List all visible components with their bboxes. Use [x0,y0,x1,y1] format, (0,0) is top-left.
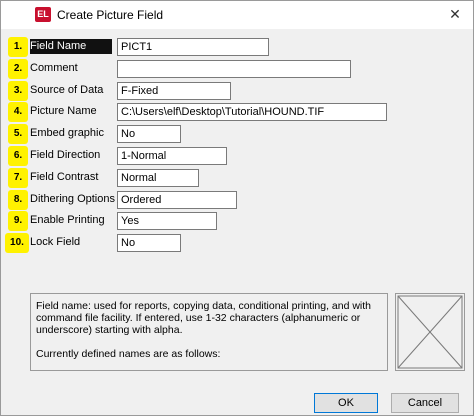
step-badge-3: 3. [8,81,28,101]
field-name-input[interactable]: PICT1 [117,38,269,56]
comment-label: Comment [30,62,78,74]
create-picture-field-dialog: EL Create Picture Field ✕ 1. Field Name … [0,0,474,416]
source-of-data-field[interactable]: F-Fixed [117,82,231,100]
step-badge-9: 9. [8,211,28,231]
lock-field-field[interactable]: No [117,234,181,252]
enable-printing-label: Enable Printing [30,214,105,226]
close-icon[interactable]: ✕ [445,5,465,23]
enable-printing-field[interactable]: Yes [117,212,217,230]
step-badge-5: 5. [8,124,28,144]
help-spacer [36,336,382,348]
help-line: underscore) starting with alpha. [36,324,183,336]
picture-name-label: Picture Name [30,105,97,117]
empty-picture-icon [397,295,463,369]
app-logo-icon: EL [35,7,51,22]
field-name-label: Field Name [30,39,112,54]
source-of-data-label: Source of Data [30,84,104,96]
step-badge-8: 8. [8,190,28,210]
dithering-options-label: Dithering Options [30,193,115,205]
picture-name-input[interactable]: C:\Users\elf\Desktop\Tutorial\HOUND.TIF [117,103,387,121]
ok-button[interactable]: OK [314,393,378,413]
comment-input[interactable] [117,60,351,78]
dithering-options-field[interactable]: Ordered [117,191,237,209]
cancel-button[interactable]: Cancel [391,393,459,413]
window-title: Create Picture Field [57,8,164,22]
step-badge-4: 4. [8,102,28,122]
help-text-panel: Field name: used for reports, copying da… [30,293,388,371]
field-contrast-label: Field Contrast [30,171,99,183]
help-line: Currently defined names are as follows: [36,348,221,360]
step-badge-7: 7. [8,168,28,188]
embed-graphic-label: Embed graphic [30,127,104,139]
step-badge-10: 10. [5,233,29,253]
embed-graphic-field[interactable]: No [117,125,181,143]
field-direction-label: Field Direction [30,149,101,161]
lock-field-label: Lock Field [30,236,81,248]
title-bar: EL Create Picture Field ✕ [1,1,473,29]
picture-preview [395,293,465,371]
step-badge-1: 1. [8,37,28,57]
step-badge-2: 2. [8,59,28,79]
help-line: Field name: used for reports, copying da… [36,300,372,312]
field-direction-field[interactable]: 1-Normal [117,147,227,165]
field-contrast-field[interactable]: Normal [117,169,199,187]
help-line: command file facility. If entered, use 1… [36,312,361,324]
step-badge-6: 6. [8,146,28,166]
